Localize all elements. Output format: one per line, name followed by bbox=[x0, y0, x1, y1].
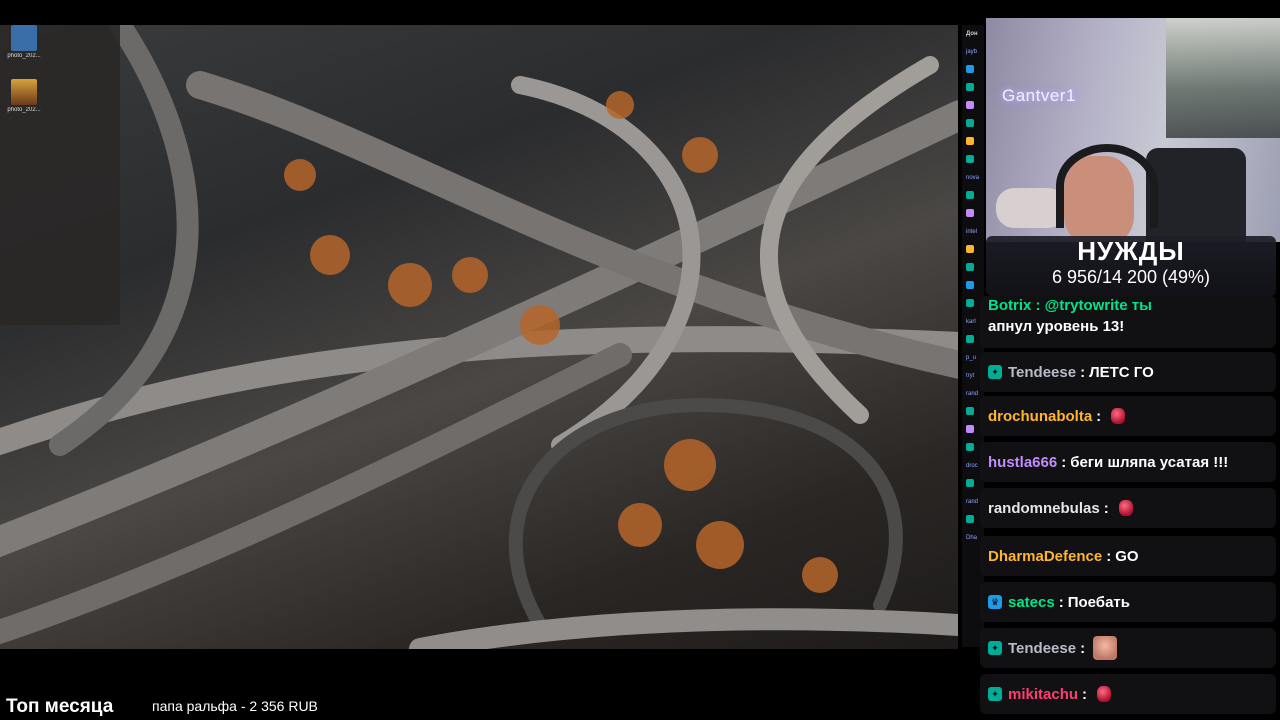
badge-icon bbox=[966, 65, 974, 74]
chat-username: Tendeese bbox=[1008, 363, 1077, 381]
side-chat-row: intel bbox=[966, 229, 978, 235]
image-file-icon bbox=[11, 79, 37, 105]
headphones-icon bbox=[1056, 144, 1158, 228]
chat-username: hustla666 bbox=[988, 453, 1058, 471]
desktop-file-icon[interactable]: photo_202... bbox=[2, 25, 46, 59]
badge-icon bbox=[966, 281, 974, 290]
badge-icon bbox=[966, 101, 974, 110]
side-chat-row: jayb bbox=[966, 49, 978, 55]
chat-message-line: апнул уровень 13! bbox=[988, 318, 1125, 335]
chat-text: GO bbox=[1115, 547, 1139, 565]
side-chat-row bbox=[962, 151, 984, 169]
badge-icon bbox=[966, 155, 974, 164]
badge-icon bbox=[966, 137, 974, 146]
desktop-file-label: photo_202... bbox=[7, 107, 41, 113]
donation-goal-widget: НУЖДЫ 6 956/14 200 (49%) bbox=[986, 236, 1276, 296]
badge-icon bbox=[966, 209, 974, 218]
chat-message: Botrix : @trytowrite ты апнул уровень 13… bbox=[980, 296, 1276, 348]
badge-icon bbox=[966, 515, 974, 524]
chat-message: DharmaDefence : GO bbox=[980, 536, 1276, 576]
side-chat-row bbox=[962, 259, 984, 277]
chat-message: ✦ Tendeese : ЛЕТС ГО bbox=[980, 352, 1276, 392]
desktop-file-label: photo_202... bbox=[7, 53, 41, 59]
desktop-file-icon[interactable]: photo_202... bbox=[2, 79, 46, 113]
bottom-ticker: Топ месяца папа ральфа - 2 356 RUB bbox=[0, 690, 960, 720]
chat-text: ЛЕТС ГО bbox=[1089, 363, 1154, 381]
side-chat-row bbox=[962, 61, 984, 79]
chat-username: Tendeese bbox=[1008, 639, 1077, 657]
chat-message: randomnebulas : bbox=[980, 488, 1276, 528]
chat-message: ✦ Tendeese : bbox=[980, 628, 1276, 668]
chat-message-line: Botrix : @trytowrite ты bbox=[988, 297, 1152, 314]
badge-icon bbox=[966, 245, 974, 254]
chat-message: ♛ satecs : Поебать bbox=[980, 582, 1276, 622]
side-chat-row bbox=[962, 241, 984, 259]
chat-username: randomnebulas bbox=[988, 499, 1100, 517]
chat-username: DharmaDefence bbox=[988, 547, 1103, 565]
gift-badge-icon: ✦ bbox=[988, 687, 1002, 701]
badge-icon bbox=[966, 407, 974, 416]
goal-progress: 6 956/14 200 (49%) bbox=[1051, 267, 1211, 287]
chat-username: satecs bbox=[1008, 593, 1055, 611]
badge-icon bbox=[966, 425, 974, 434]
badge-icon bbox=[966, 443, 974, 452]
chat-username: mikitachu bbox=[1008, 685, 1079, 703]
top-donor: папа ральфа - 2 356 RUB bbox=[152, 698, 318, 714]
side-chat-row bbox=[962, 133, 984, 151]
image-file-icon bbox=[11, 25, 37, 51]
side-chat-row bbox=[962, 187, 984, 205]
side-chat-row bbox=[962, 277, 984, 295]
badge-icon bbox=[966, 191, 974, 200]
badge-icon bbox=[966, 299, 974, 308]
neon-sign: Gantver1 bbox=[1002, 86, 1076, 105]
gem-emote bbox=[1118, 500, 1133, 516]
badge-icon bbox=[966, 479, 974, 488]
chat-message: drochunabolta : bbox=[980, 396, 1276, 436]
webcam-overlay: Gantver1 bbox=[986, 18, 1280, 242]
top-month-title: Топ месяца bbox=[6, 696, 114, 717]
goal-title: НУЖДЫ bbox=[1077, 236, 1185, 266]
highway-interchange-image bbox=[0, 25, 958, 649]
chat-message: hustla666 : беги шляпа усатая !!! bbox=[980, 442, 1276, 482]
badge-icon bbox=[966, 119, 974, 128]
badge-icon bbox=[966, 83, 974, 92]
side-chat-row: nova bbox=[966, 175, 980, 181]
side-chat-row bbox=[962, 205, 984, 223]
webcam-chair bbox=[1146, 148, 1246, 242]
side-chat-row bbox=[962, 97, 984, 115]
gift-badge-icon: ✦ bbox=[988, 365, 1002, 379]
face-emote bbox=[1093, 636, 1118, 660]
gift-badge-icon: ✦ bbox=[988, 641, 1002, 655]
chat-text: беги шляпа усатая !!! bbox=[1070, 453, 1229, 471]
side-chat-row bbox=[962, 79, 984, 97]
badge-icon bbox=[966, 335, 974, 344]
webcam-background-clothes bbox=[1166, 18, 1280, 138]
side-chat-row bbox=[962, 115, 984, 133]
badge-icon bbox=[966, 263, 974, 272]
chat-username: drochunabolta bbox=[988, 407, 1093, 425]
desktop-wallpaper: photo_202... photo_202... bbox=[0, 25, 958, 649]
gem-emote bbox=[1111, 408, 1126, 424]
gem-emote bbox=[1097, 686, 1112, 702]
chat-message: ✦ mikitachu : bbox=[980, 674, 1276, 714]
chat-text: Поебать bbox=[1067, 593, 1130, 611]
side-chat-header: Дон bbox=[966, 31, 978, 37]
prime-badge-icon: ♛ bbox=[988, 595, 1002, 609]
